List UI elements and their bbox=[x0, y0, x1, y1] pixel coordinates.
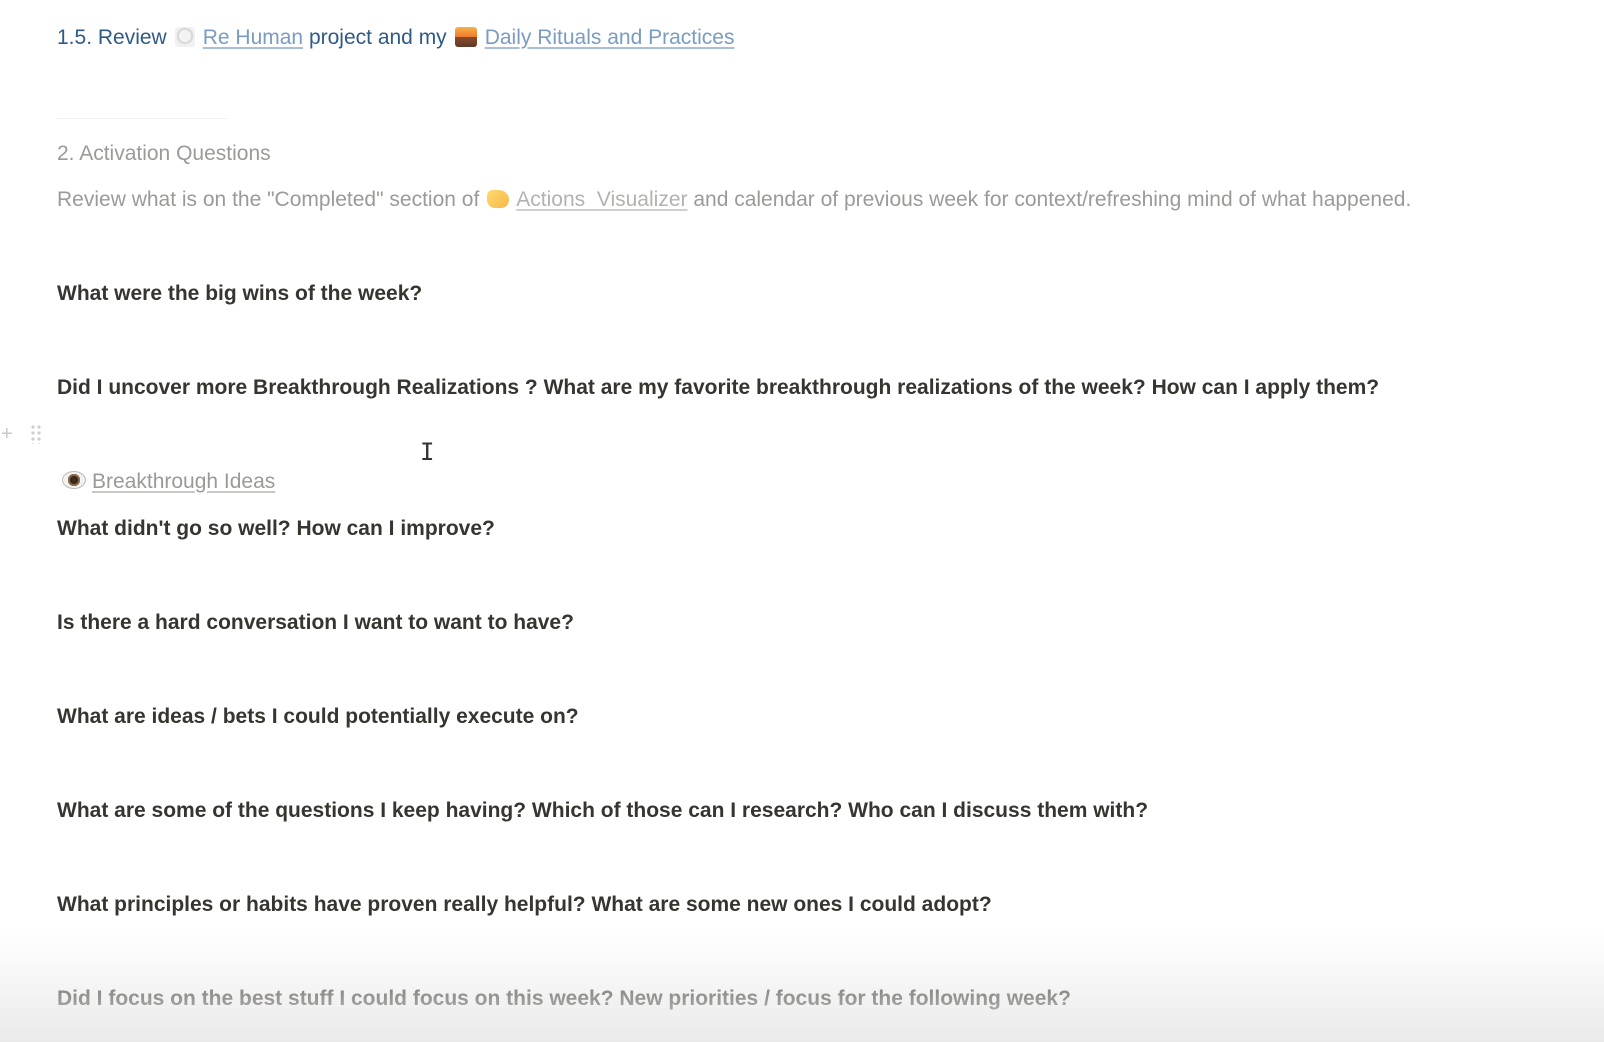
backhand-pointing-icon bbox=[487, 190, 510, 208]
plus-icon[interactable]: + bbox=[1, 422, 13, 446]
divider bbox=[57, 118, 227, 119]
block-handle: + bbox=[0, 422, 48, 446]
breakthrough-ideas-link[interactable]: Breakthrough Ideas bbox=[92, 470, 275, 493]
review-middle: project and my bbox=[308, 26, 447, 49]
review-line: 1.5. Review Re Human project and my Daily … bbox=[57, 24, 734, 52]
activation-heading: 2. Activation Questions bbox=[57, 142, 271, 165]
eye-icon bbox=[62, 471, 86, 489]
question-breakthrough-realizations[interactable]: Did I uncover more Breakthrough Realizat… bbox=[57, 374, 1379, 402]
review-prefix: 1.5. Review bbox=[57, 26, 167, 49]
question-hard-conversation[interactable]: Is there a hard conversation I want to w… bbox=[57, 609, 574, 637]
re-human-link[interactable]: Re Human bbox=[203, 26, 303, 49]
drag-handle-icon[interactable] bbox=[30, 424, 42, 444]
activation-description: Review what is on the "Completed" sectio… bbox=[57, 186, 1411, 214]
question-focus-best-stuff[interactable]: Did I focus on the best stuff I could fo… bbox=[57, 985, 1071, 1013]
robot-human-icon bbox=[174, 27, 195, 47]
actions-visualizer-link[interactable]: Actions Visualizer bbox=[516, 188, 687, 211]
activation-desc-suffix: and calendar of previous week for contex… bbox=[693, 188, 1412, 211]
daily-rituals-link[interactable]: Daily Rituals and Practices bbox=[485, 26, 735, 49]
question-principles-habits[interactable]: What principles or habits have proven re… bbox=[57, 891, 992, 919]
activation-desc-prefix: Review what is on the "Completed" sectio… bbox=[57, 188, 480, 211]
text-cursor-icon: I bbox=[420, 438, 435, 466]
question-big-wins[interactable]: What were the big wins of the week? bbox=[57, 280, 422, 308]
sunset-icon bbox=[454, 27, 477, 47]
question-ideas-bets[interactable]: What are ideas / bets I could potentiall… bbox=[57, 703, 579, 731]
question-didnt-go-well[interactable]: What didn't go so well? How can I improv… bbox=[57, 515, 495, 543]
breakthrough-ideas-line: Breakthrough Ideas bbox=[60, 468, 275, 496]
question-keep-having[interactable]: What are some of the questions I keep ha… bbox=[57, 797, 1148, 825]
